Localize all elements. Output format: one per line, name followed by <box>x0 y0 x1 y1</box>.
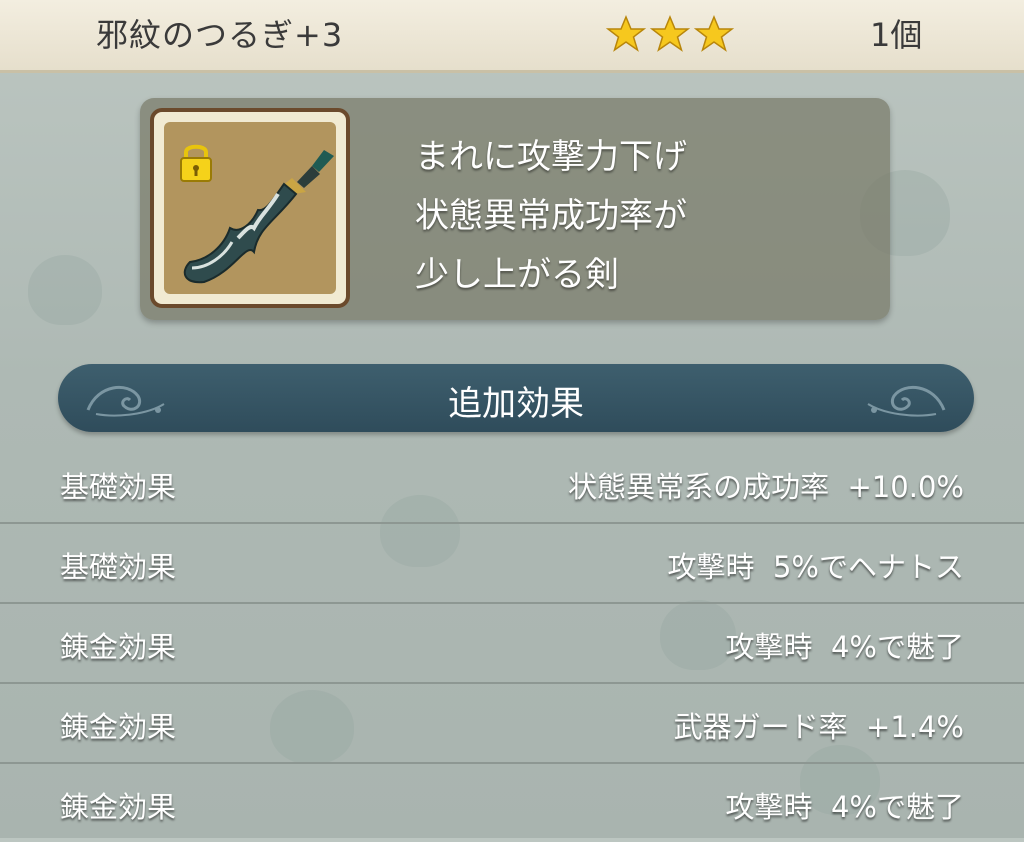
effect-value: 攻撃時 4%で魅了 <box>725 630 964 664</box>
item-description: まれに攻撃力下げ 状態異常成功率が 少し上がる剣 <box>415 128 845 305</box>
item-icon-frame[interactable] <box>150 108 350 308</box>
description-line: 少し上がる剣 <box>415 255 619 295</box>
effect-type-label: 錬金効果 <box>60 630 177 664</box>
effects-section-title: 追加効果 <box>448 384 584 424</box>
description-line: 状態異常成功率が <box>415 196 687 236</box>
item-count: 1個 <box>870 16 923 54</box>
effect-type-label: 錬金効果 <box>60 790 177 824</box>
effect-row: 基礎効果 状態異常系の成功率 +10.0% <box>0 442 1024 524</box>
background-decoration <box>28 255 102 325</box>
star-icon <box>606 15 646 52</box>
effect-type-label: 基礎効果 <box>60 470 177 504</box>
description-line: まれに攻撃力下げ <box>415 137 687 177</box>
rarity-stars <box>606 14 734 54</box>
item-header: 邪紋のつるぎ+3 1個 <box>0 0 1024 73</box>
effect-row: 錬金効果 武器ガード率 +1.4% <box>0 682 1024 764</box>
effect-type-label: 基礎効果 <box>60 550 177 584</box>
effect-value: 攻撃時 5%でヘナトス <box>667 550 964 584</box>
effects-section-header: 追加効果 <box>58 364 974 432</box>
star-icon <box>650 15 690 52</box>
item-name: 邪紋のつるぎ+3 <box>96 16 344 54</box>
lock-icon <box>180 144 212 182</box>
effect-row: 錬金効果 攻撃時 4%で魅了 <box>0 762 1024 842</box>
effect-row: 基礎効果 攻撃時 5%でヘナトス <box>0 522 1024 604</box>
effect-type-label: 錬金効果 <box>60 710 177 744</box>
star-icon <box>694 15 734 52</box>
flourish-right-icon <box>867 386 946 417</box>
effect-value: 武器ガード率 +1.4% <box>673 710 964 744</box>
effect-value: 状態異常系の成功率 +10.0% <box>568 470 964 504</box>
effect-value: 攻撃時 4%で魅了 <box>725 790 964 824</box>
effect-row: 錬金効果 攻撃時 4%で魅了 <box>0 602 1024 684</box>
